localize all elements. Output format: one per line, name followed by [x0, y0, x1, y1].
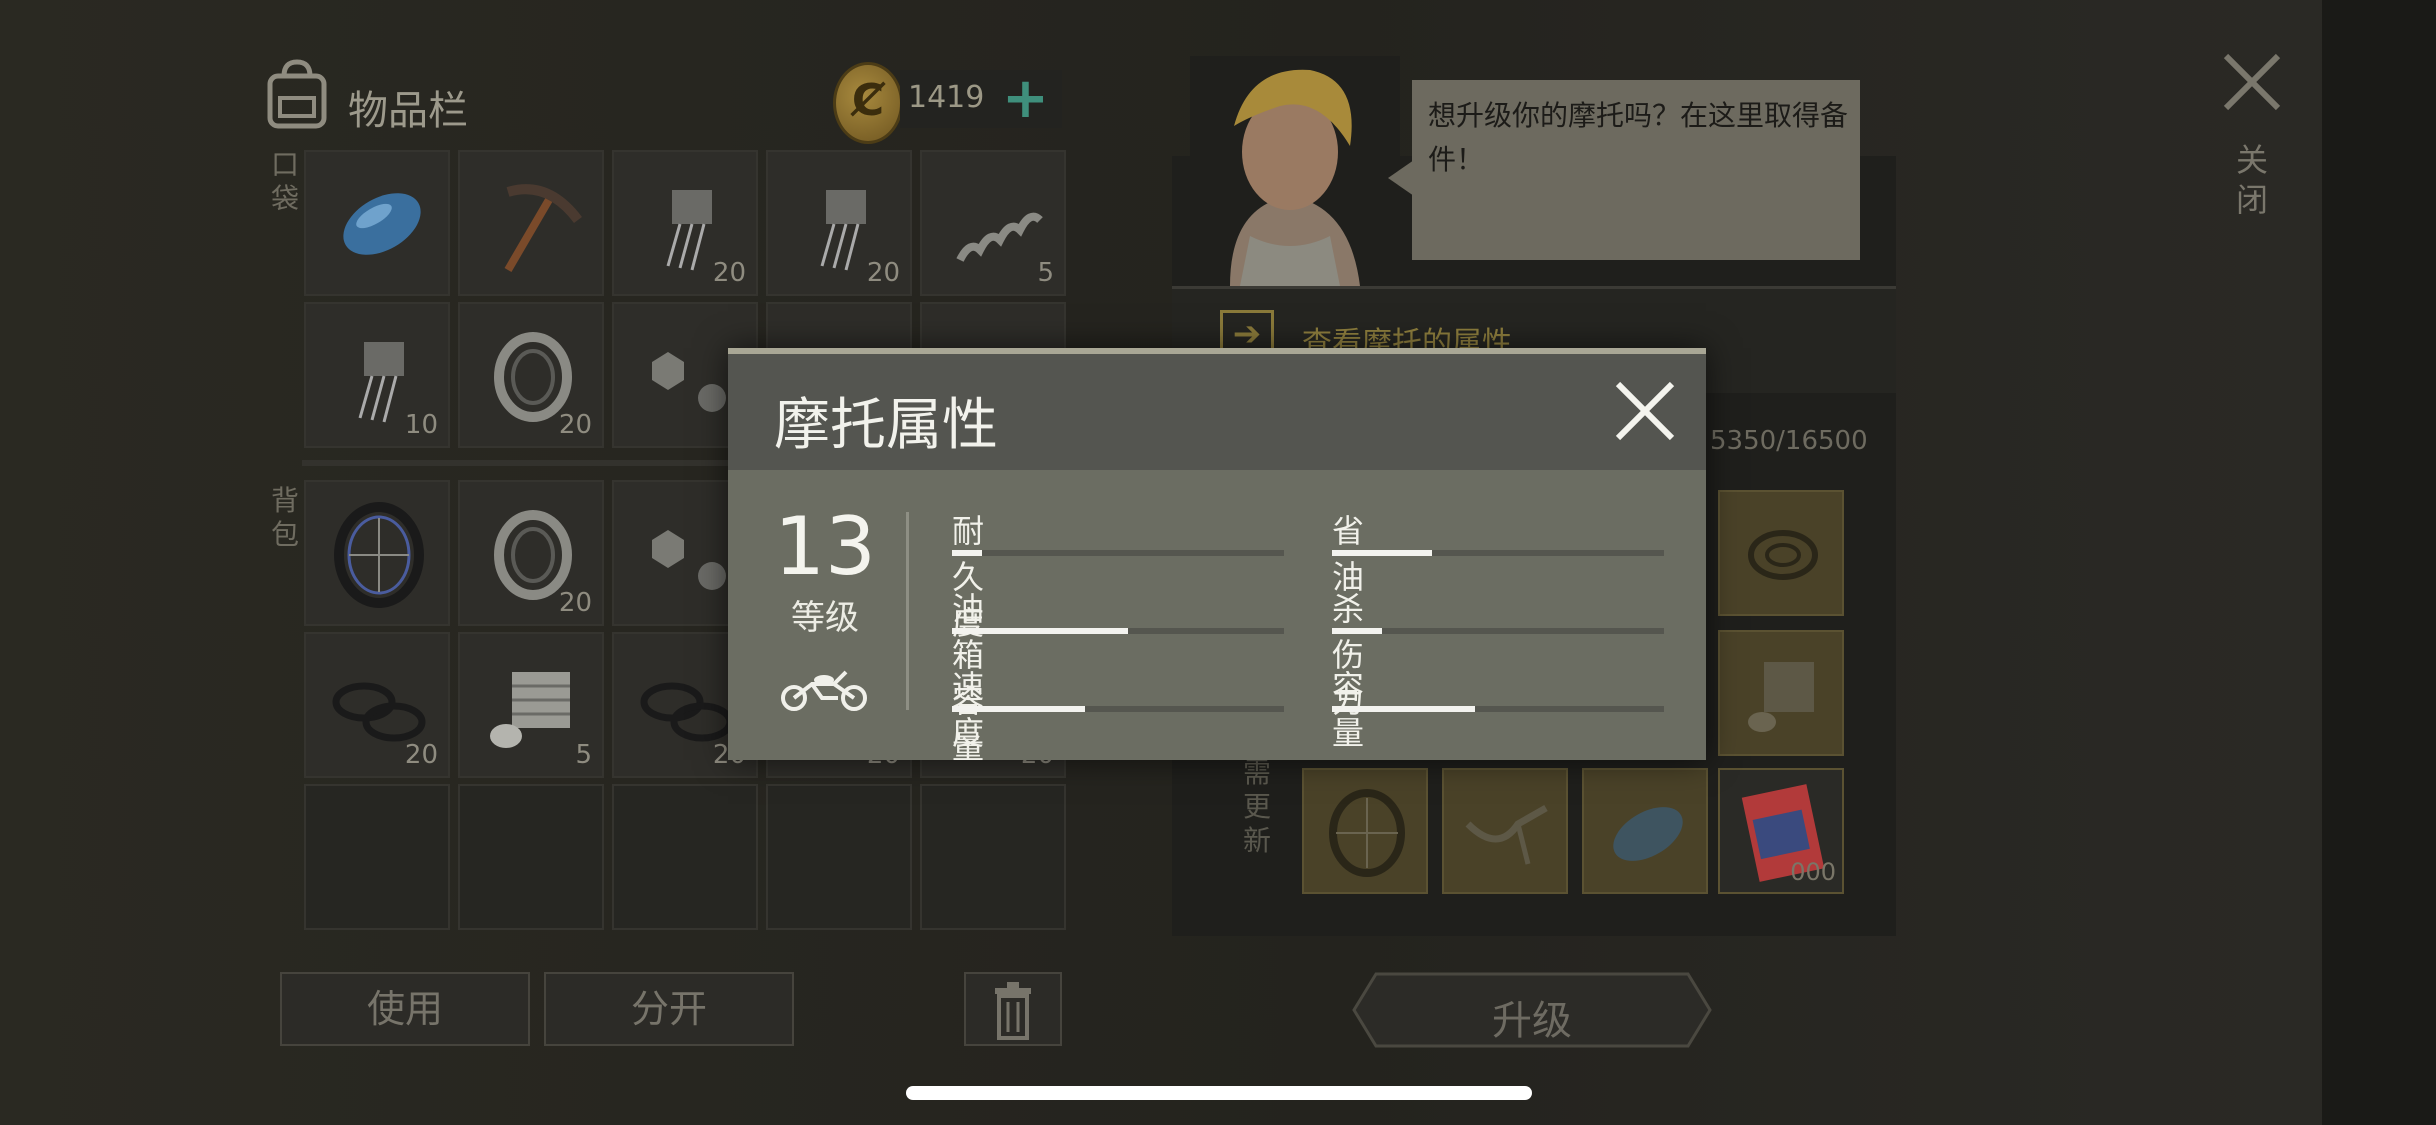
pocket-label: 口袋	[270, 148, 299, 215]
trash-button[interactable]	[964, 972, 1062, 1046]
fuel-tank-icon	[1613, 807, 1683, 861]
backpack-slot-6[interactable]: 20	[304, 632, 450, 778]
stat-bar	[1332, 706, 1664, 712]
split-button[interactable]: 分开	[544, 972, 794, 1046]
cylinder-icon	[1748, 662, 1814, 732]
cylinder-icon	[490, 672, 570, 748]
backpack-slot-11[interactable]	[304, 784, 450, 930]
stat-bar	[952, 550, 1284, 556]
pocket-slot-7[interactable]: 20	[458, 302, 604, 448]
parts-progress: 5350/16500	[1710, 426, 1868, 456]
backpack-label: 背包	[270, 484, 299, 551]
backpack-slot-7[interactable]: 5	[458, 632, 604, 778]
required-part-cylinder[interactable]	[1718, 630, 1844, 756]
backpack-slot-13[interactable]	[612, 784, 758, 930]
backpack-slot-12[interactable]	[458, 784, 604, 930]
wheel-icon	[334, 502, 424, 608]
stat-bar-fill	[952, 628, 1128, 634]
stat-bar	[1332, 550, 1664, 556]
gasket-icon	[1748, 530, 1818, 580]
item-count: 20	[866, 258, 900, 288]
stat-bar-fill	[952, 550, 982, 556]
backpack-icon	[267, 59, 327, 129]
part-magazine[interactable]: 000	[1718, 768, 1844, 894]
stat-bar	[1332, 628, 1664, 634]
spring-icon	[956, 212, 1043, 262]
use-button[interactable]: 使用	[280, 972, 530, 1046]
item-count: 5	[1037, 258, 1054, 288]
modal-title: 摩托属性	[774, 393, 998, 458]
coin-icon: Ȼ	[833, 62, 903, 144]
close-icon[interactable]	[2220, 50, 2284, 114]
backpack-slot-2[interactable]: 20	[458, 480, 604, 626]
close-label[interactable]: 关闭	[2232, 140, 2272, 220]
required-part-gasket[interactable]	[1718, 490, 1844, 616]
item-count: 5	[575, 740, 592, 770]
backpack-slot-1[interactable]	[304, 480, 450, 626]
handlebar-icon	[1465, 804, 1548, 865]
stat-bar-fill	[1332, 706, 1475, 712]
pocket-slot-2[interactable]	[458, 150, 604, 296]
fuel-tank-icon	[343, 193, 421, 255]
pocket-slot-1[interactable]	[304, 150, 450, 296]
home-indicator	[906, 1086, 1532, 1100]
speech-pointer	[1388, 160, 1414, 196]
npc-portrait	[1190, 56, 1400, 286]
required-parts-label: 需更新	[1242, 756, 1271, 857]
pocket-slot-5[interactable]: 5	[920, 150, 1066, 296]
pocket-slot-4[interactable]: 20	[766, 150, 912, 296]
modal-close-icon[interactable]	[1612, 378, 1678, 444]
backpack-slot-15[interactable]	[920, 784, 1066, 930]
stat-bar-fill	[1332, 550, 1432, 556]
part-handlebar[interactable]	[1442, 768, 1568, 894]
stat-bar-fill	[1332, 628, 1382, 634]
wheel-icon	[1329, 789, 1405, 877]
magazine-count: 000	[1790, 858, 1836, 886]
trash-icon	[995, 982, 1031, 1040]
bolt-nut-icon	[652, 530, 726, 590]
bolt-nut-icon	[652, 352, 726, 412]
pickaxe-icon	[504, 184, 582, 273]
stat-bar	[952, 706, 1284, 712]
modal-divider	[906, 512, 909, 710]
npc-speech-text: 想升级你的摩托吗？在这里取得备件！	[1428, 99, 1849, 176]
item-count: 20	[558, 588, 592, 618]
right-edge-strip	[2322, 0, 2436, 1125]
pocket-slot-6[interactable]: 10	[304, 302, 450, 448]
item-count: 20	[404, 740, 438, 770]
upgrade-label: 升级	[1492, 998, 1572, 1044]
inventory-title: 物品栏	[348, 88, 468, 134]
motorcycle-level: 13	[774, 500, 876, 593]
item-count: 20	[712, 258, 746, 288]
item-count: 10	[404, 410, 438, 440]
stat-bar-fill	[952, 706, 1085, 712]
coin-count: 1419	[908, 80, 985, 115]
pocket-slot-3[interactable]: 20	[612, 150, 758, 296]
stat-bar	[952, 628, 1284, 634]
level-label: 等级	[791, 598, 859, 638]
part-wheel[interactable]	[1302, 768, 1428, 894]
backpack-slot-14[interactable]	[766, 784, 912, 930]
add-coins-button[interactable]: +	[1002, 66, 1049, 131]
motorcycle-icon	[781, 670, 867, 711]
item-count: 20	[558, 410, 592, 440]
part-fuel-tank[interactable]	[1582, 768, 1708, 894]
